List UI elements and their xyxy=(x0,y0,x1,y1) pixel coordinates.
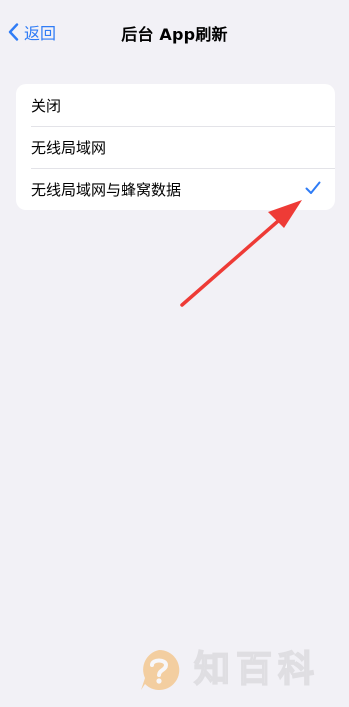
refresh-options-list: 关闭 无线局域网 无线局域网与蜂窝数据 xyxy=(16,84,335,210)
option-label: 关闭 xyxy=(31,96,62,115)
option-wifi-and-cellular[interactable]: 无线局域网与蜂窝数据 xyxy=(16,168,335,210)
option-label: 无线局域网 xyxy=(31,138,107,157)
option-off[interactable]: 关闭 xyxy=(16,84,335,126)
page-title: 后台 App刷新 xyxy=(121,25,228,44)
watermark: 知百科 xyxy=(136,648,336,692)
watermark-text: 知百科 xyxy=(193,648,321,691)
option-wifi[interactable]: 无线局域网 xyxy=(16,126,335,168)
navigation-bar: 返回 后台 App刷新 xyxy=(0,0,349,62)
question-mark-logo-icon xyxy=(141,649,180,690)
option-label: 无线局域网与蜂窝数据 xyxy=(31,180,182,199)
checkmark-icon xyxy=(305,181,321,194)
